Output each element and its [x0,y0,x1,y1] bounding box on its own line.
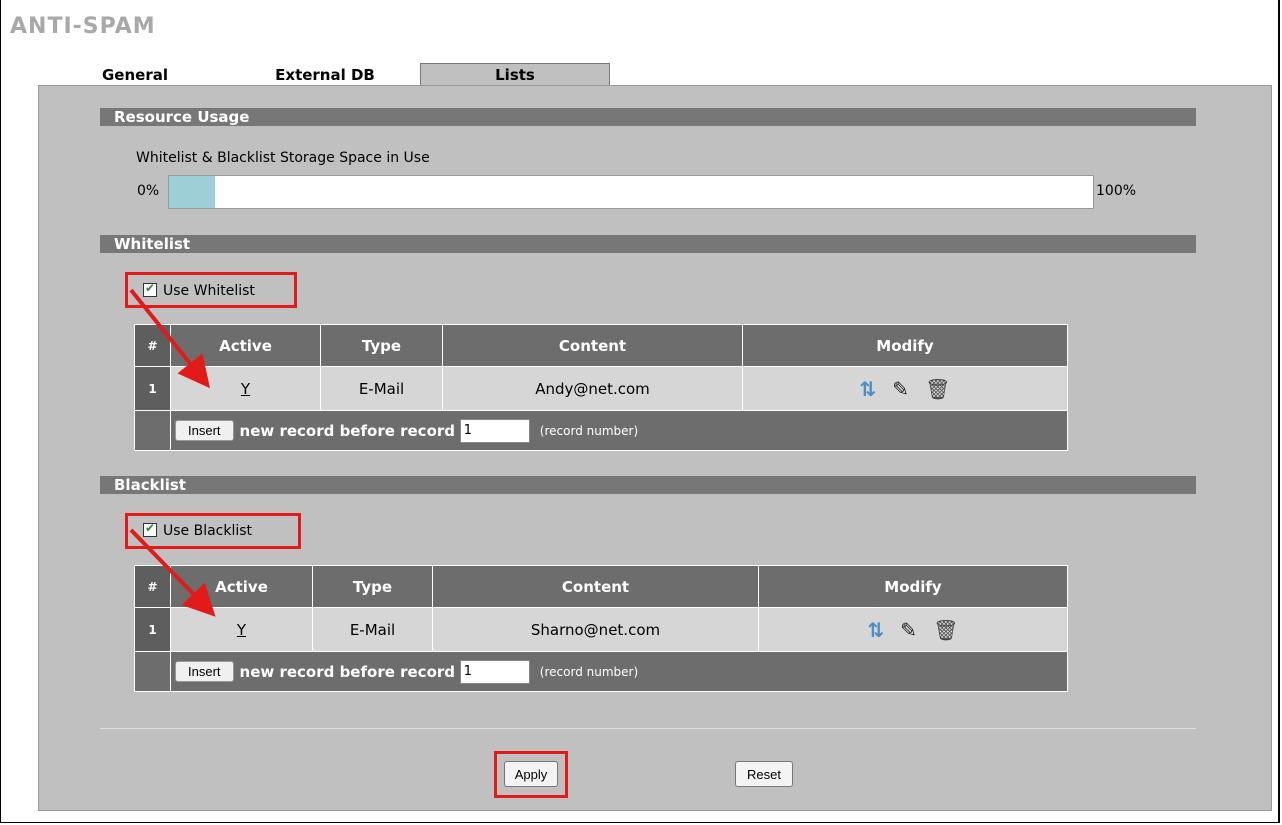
column-header: Active [170,565,313,608]
tab-general[interactable]: General [40,63,230,86]
row-content: Andy@net.com [442,366,743,411]
insert-controls: Insert new record before record 1 (record … [170,410,1068,451]
row-active[interactable]: Y [170,366,321,411]
blacklist-highlight-box [125,513,301,549]
row-type: E-Mail [312,607,433,652]
row-type: E-Mail [320,366,443,411]
insert-spacer [134,651,171,692]
column-header: Active [170,324,321,367]
tab-external-db[interactable]: External DB [230,63,420,86]
row-active[interactable]: Y [170,607,313,652]
section-blacklist: Blacklist [100,476,1196,494]
record-number-input[interactable]: 1 [459,418,530,443]
table-row: 1 Y E-Mail Andy@net.com ⇅ ✎ 🗑 [134,366,1068,411]
whitelist-highlight-box [125,272,297,308]
usage-value-label: 5% [620,184,642,200]
table-header-row: # Active Type Content Modify [134,565,1068,608]
trash-icon[interactable]: 🗑 [933,618,958,642]
edit-icon[interactable]: ✎ [900,618,917,642]
insert-row: Insert new record before record 1 (record … [134,651,1068,692]
row-modify: ⇅ ✎ 🗑 [742,366,1068,411]
whitelist-table: # Active Type Content Modify 1 Y E-Mail … [134,324,1068,451]
active-link[interactable]: Y [241,380,250,398]
trash-icon[interactable]: 🗑 [925,377,950,401]
row-modify: ⇅ ✎ 🗑 [758,607,1068,652]
footer-divider [100,728,1196,729]
record-number-hint: (record number) [539,423,639,438]
usage-max-label: 100% [1096,183,1137,199]
storage-usage-bar: 5% [168,175,1094,209]
storage-usage-label: Whitelist & Blacklist Storage Space in U… [136,150,430,166]
column-header: Modify [758,565,1068,608]
blacklist-table: # Active Type Content Modify 1 Y E-Mail … [134,565,1068,692]
insert-button[interactable]: Insert [175,420,234,441]
active-link[interactable]: Y [237,621,246,639]
record-number-input[interactable]: 1 [459,659,530,684]
insert-button[interactable]: Insert [175,661,234,682]
move-icon[interactable]: ⇅ [868,618,885,642]
apply-highlight-box [494,751,568,798]
page-title: ANTI-SPAM [10,14,156,39]
insert-text: new record before record [239,662,456,681]
insert-spacer [134,410,171,451]
edit-icon[interactable]: ✎ [892,377,909,401]
section-whitelist: Whitelist [100,235,1196,253]
row-number: 1 [134,607,171,652]
column-header: Type [320,324,443,367]
column-header: Modify [742,324,1068,367]
column-header: # [134,324,171,367]
table-header-row: # Active Type Content Modify [134,324,1068,367]
column-header: # [134,565,171,608]
row-content: Sharno@net.com [432,607,759,652]
insert-row: Insert new record before record 1 (record … [134,410,1068,451]
insert-text: new record before record [239,421,456,440]
tab-lists[interactable]: Lists [420,63,610,86]
column-header: Content [432,565,759,608]
move-icon[interactable]: ⇅ [860,377,877,401]
insert-controls: Insert new record before record 1 (record … [170,651,1068,692]
record-number-hint: (record number) [539,664,639,679]
section-resource-usage: Resource Usage [100,108,1196,126]
column-header: Type [312,565,433,608]
table-row: 1 Y E-Mail Sharno@net.com ⇅ ✎ 🗑 [134,607,1068,652]
usage-min-label: 0% [137,183,160,199]
column-header: Content [442,324,743,367]
reset-button[interactable]: Reset [735,761,793,787]
row-number: 1 [134,366,171,411]
